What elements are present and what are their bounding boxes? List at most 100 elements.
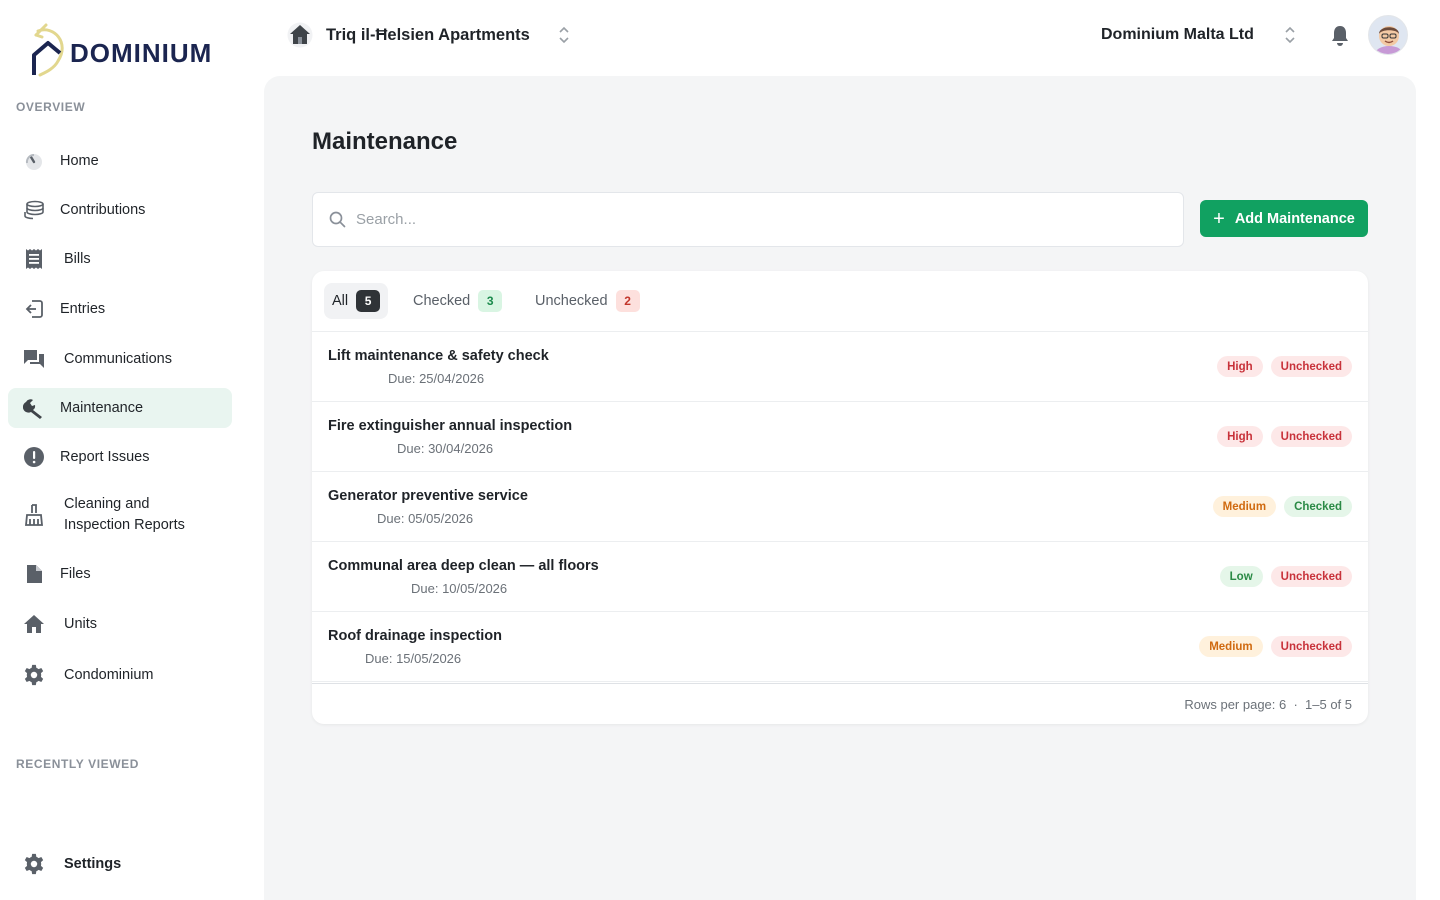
overview-section-label: OVERVIEW bbox=[16, 100, 86, 114]
coins-stack-icon bbox=[22, 198, 46, 222]
sidebar-item-label: Settings bbox=[64, 855, 122, 872]
property-name: Triq il-Ħelsien Apartments bbox=[326, 25, 530, 44]
dominium-logo[interactable]: DOMINIUM bbox=[28, 20, 212, 78]
sidebar-item-report-issues[interactable]: Report Issues bbox=[8, 437, 232, 477]
sidebar-item-files[interactable]: Files bbox=[8, 554, 232, 594]
tab-count-badge: 3 bbox=[478, 290, 503, 312]
due-date: Due: 25/04/2026 bbox=[388, 371, 485, 386]
tab-label: Unchecked bbox=[535, 293, 608, 309]
search-box[interactable] bbox=[312, 192, 1184, 247]
sidebar-item-home[interactable]: Home bbox=[8, 141, 232, 181]
maintenance-row[interactable]: Communal area deep clean — all floors Du… bbox=[312, 542, 1368, 612]
priority-badge: High bbox=[1217, 426, 1263, 447]
add-maintenance-button[interactable]: + Add Maintenance bbox=[1200, 200, 1368, 237]
sidebar-item-label: Files bbox=[60, 565, 91, 582]
organization-selector[interactable]: Dominium Malta Ltd bbox=[1101, 16, 1296, 54]
priority-badge: Medium bbox=[1199, 636, 1263, 657]
task-title: Fire extinguisher annual inspection bbox=[328, 418, 573, 434]
tab-label: All bbox=[332, 293, 349, 309]
main-content: Maintenance + Add Maintenance All 5 Chec… bbox=[264, 76, 1416, 900]
tab-label: Checked bbox=[413, 293, 471, 309]
due-date: Due: 05/05/2026 bbox=[377, 511, 474, 526]
sidebar: DOMINIUM OVERVIEW Home Contributions Bil… bbox=[0, 0, 264, 900]
task-title: Generator preventive service bbox=[328, 488, 528, 504]
sidebar-item-label: Cleaning and Inspection Reports bbox=[64, 496, 185, 533]
sidebar-item-label: Contributions bbox=[60, 201, 146, 218]
chevron-up-down-icon bbox=[1284, 26, 1296, 44]
brand-name: DOMINIUM bbox=[70, 37, 213, 68]
recently-viewed-section-label: RECENTLY VIEWED bbox=[16, 757, 140, 771]
chat-bubbles-icon bbox=[22, 347, 46, 371]
row-badges: Low Unchecked bbox=[1219, 566, 1352, 587]
sidebar-item-bills[interactable]: Bills bbox=[8, 239, 232, 279]
page-title: Maintenance bbox=[312, 128, 458, 155]
receipt-icon bbox=[22, 247, 46, 271]
sidebar-item-units[interactable]: Units bbox=[8, 604, 232, 644]
sidebar-item-label: Units bbox=[64, 615, 98, 632]
row-badges: Medium Checked bbox=[1212, 496, 1352, 517]
building-icon bbox=[286, 21, 314, 49]
status-badge: Unchecked bbox=[1270, 426, 1352, 447]
sidebar-item-maintenance[interactable]: Maintenance bbox=[8, 388, 232, 428]
maintenance-row[interactable]: Lift maintenance & safety check Due: 25/… bbox=[312, 332, 1368, 402]
top-bar: Triq il-Ħelsien Apartments Dominium Malt… bbox=[264, 0, 1440, 76]
due-date: Due: 15/05/2026 bbox=[365, 651, 462, 666]
row-badges: High Unchecked bbox=[1217, 426, 1352, 447]
maintenance-row[interactable]: Generator preventive service Due: 05/05/… bbox=[312, 472, 1368, 542]
entry-login-icon bbox=[22, 297, 46, 321]
tab-count-badge: 5 bbox=[356, 290, 381, 312]
priority-badge: Low bbox=[1219, 566, 1263, 587]
status-badge: Checked bbox=[1284, 496, 1352, 517]
wrench-icon bbox=[22, 396, 46, 420]
row-badges: Medium Unchecked bbox=[1199, 636, 1352, 657]
sidebar-item-condominium[interactable]: Condominium bbox=[8, 655, 232, 695]
maintenance-row[interactable]: Fire extinguisher annual inspection Due:… bbox=[312, 402, 1368, 472]
sidebar-item-settings[interactable]: Settings bbox=[8, 844, 232, 884]
organization-name: Dominium Malta Ltd bbox=[1101, 26, 1254, 43]
sidebar-item-contributions[interactable]: Contributions bbox=[8, 190, 232, 230]
sidebar-item-label: Report Issues bbox=[60, 448, 150, 465]
status-badge: Unchecked bbox=[1270, 566, 1352, 587]
sidebar-item-label: Communications bbox=[64, 350, 172, 367]
logo-mark-icon bbox=[32, 23, 64, 77]
sidebar-item-label: Maintenance bbox=[60, 399, 144, 416]
sidebar-item-entries[interactable]: Entries bbox=[8, 289, 232, 329]
tab-checked[interactable]: Checked 3 bbox=[405, 283, 510, 319]
gear-icon bbox=[22, 852, 46, 876]
maintenance-list-card: All 5 Checked 3 Unchecked 2 Lift mainten… bbox=[312, 271, 1368, 724]
property-selector[interactable]: Triq il-Ħelsien Apartments bbox=[286, 16, 570, 54]
sidebar-item-communications[interactable]: Communications bbox=[8, 339, 232, 379]
task-title: Lift maintenance & safety check bbox=[328, 348, 549, 364]
task-title: Communal area deep clean — all floors bbox=[328, 558, 599, 574]
search-icon bbox=[329, 211, 346, 228]
plus-icon: + bbox=[1213, 207, 1225, 230]
task-title: Roof drainage inspection bbox=[328, 628, 503, 644]
priority-badge: High bbox=[1217, 356, 1263, 377]
status-badge: Unchecked bbox=[1270, 636, 1352, 657]
pagination-info: Rows per page: 6 · 1–5 of 5 bbox=[1184, 697, 1352, 712]
table-footer: Rows per page: 6 · 1–5 of 5 bbox=[312, 683, 1368, 724]
sidebar-item-label: Entries bbox=[60, 300, 106, 317]
alert-circle-icon bbox=[22, 445, 46, 469]
broom-icon bbox=[22, 503, 46, 527]
search-input[interactable] bbox=[356, 211, 1136, 228]
due-date: Due: 30/04/2026 bbox=[397, 441, 494, 456]
maintenance-row[interactable]: Roof drainage inspection Due: 15/05/2026… bbox=[312, 612, 1368, 682]
dashboard-gauge-icon bbox=[22, 149, 46, 173]
file-icon bbox=[22, 562, 46, 586]
priority-badge: Medium bbox=[1212, 496, 1277, 517]
tab-all[interactable]: All 5 bbox=[324, 283, 389, 319]
sidebar-item-label: Condominium bbox=[64, 666, 154, 683]
sidebar-item-label: Bills bbox=[64, 250, 91, 267]
add-maintenance-label: Add Maintenance bbox=[1234, 210, 1355, 227]
sidebar-item-cleaning-inspection-reports[interactable]: Cleaning and Inspection Reports bbox=[8, 486, 232, 544]
sidebar-item-label: Home bbox=[60, 152, 99, 169]
user-avatar[interactable] bbox=[1368, 15, 1408, 55]
due-date: Due: 10/05/2026 bbox=[411, 581, 508, 596]
tab-unchecked[interactable]: Unchecked 2 bbox=[527, 283, 648, 319]
gear-icon bbox=[22, 663, 46, 687]
notifications-bell-icon[interactable] bbox=[1328, 24, 1352, 48]
row-badges: High Unchecked bbox=[1217, 356, 1352, 377]
tab-count-badge: 2 bbox=[615, 290, 640, 312]
status-badge: Unchecked bbox=[1270, 356, 1352, 377]
